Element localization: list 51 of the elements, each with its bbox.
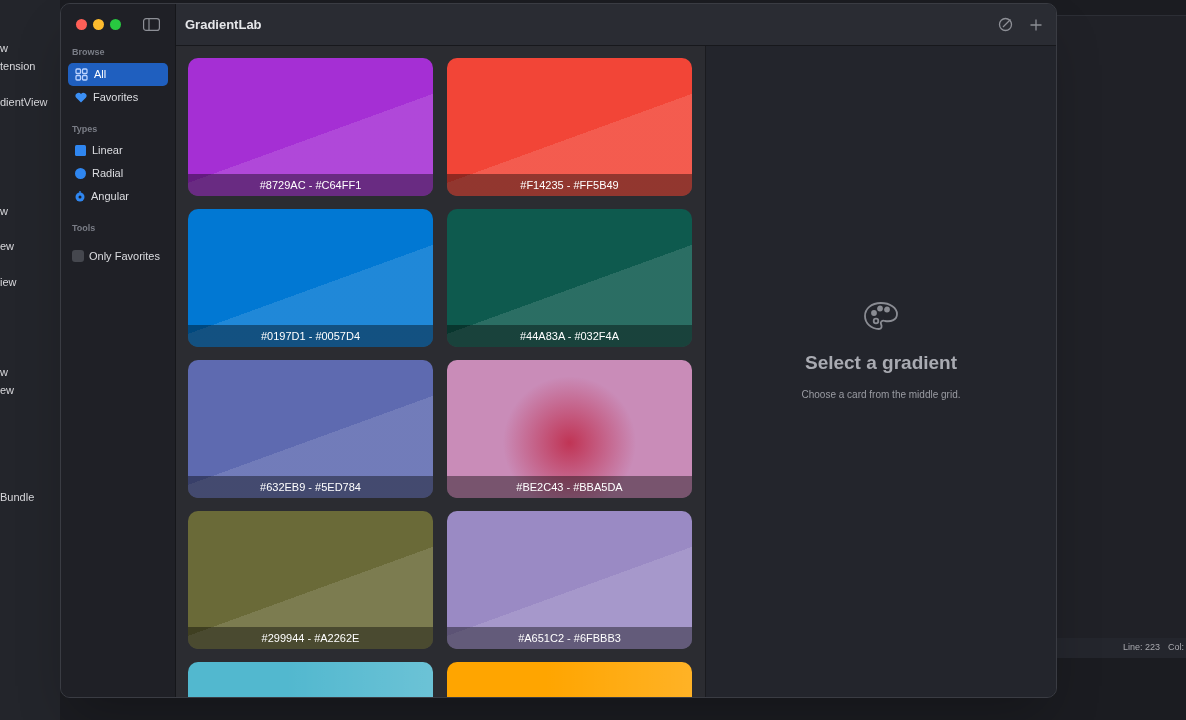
gradient-label: #8729AC - #C64FF1: [188, 174, 433, 196]
gradient-label: #BE2C43 - #BBA5DA: [447, 476, 692, 498]
sidebar-item[interactable]: Linear: [68, 139, 168, 162]
zoom-window-button[interactable]: [110, 18, 121, 30]
editor-file-name: ew: [0, 383, 15, 398]
checkbox[interactable]: [72, 250, 84, 262]
line-indicator: Line: 223: [1123, 641, 1161, 655]
editor-file-name: w: [0, 41, 8, 56]
sidebar-item[interactable]: All: [68, 62, 168, 86]
editor-file-name: dientView: [0, 95, 48, 110]
editor-file-name: w: [0, 204, 8, 219]
gradient-card[interactable]: #8729AC - #C64FF1: [188, 58, 433, 196]
editor-file-name: iew: [0, 275, 17, 290]
gradient-card[interactable]: #A651C2 - #6FBBB3: [447, 511, 692, 649]
window-title: GradientLab: [185, 15, 262, 34]
gradient-card[interactable]: #299944 - #A2262E: [188, 511, 433, 649]
section-header: Browse: [71, 46, 106, 59]
add-icon[interactable]: [1030, 18, 1042, 31]
close-window-button[interactable]: [76, 18, 87, 30]
gradient-card[interactable]: #F14235 - #FF5B49: [447, 58, 692, 196]
sidebar-item[interactable]: Favorites: [68, 85, 168, 109]
editor-file-name: Bundle: [0, 490, 35, 505]
gradient-label: #A651C2 - #6FBBB3: [447, 627, 692, 649]
editor-file-name: w: [0, 365, 8, 380]
checkbox-label: Only Favorites: [89, 248, 160, 264]
empty-state-subtitle: Choose a card from the middle grid.: [801, 388, 961, 403]
column-indicator: Col:: [1168, 641, 1185, 655]
minimize-window-button[interactable]: [93, 18, 104, 30]
section-header: Types: [71, 122, 99, 136]
gradient-label: #0197D1 - #0057D4: [188, 325, 433, 347]
gradient-card[interactable]: #632EB9 - #5ED784: [188, 360, 433, 498]
editor-file-name: ew: [0, 239, 15, 254]
dial-icon: [75, 191, 85, 202]
gradient-card[interactable]: #44A83A - #032F4A: [447, 209, 692, 347]
palette-icon: [863, 300, 899, 331]
square-icon: [75, 145, 86, 156]
gradient-label: #299944 - #A2262E: [188, 627, 433, 649]
sidebar-item[interactable]: Angular: [68, 185, 168, 208]
sidebar-item[interactable]: Radial: [68, 162, 168, 185]
circle-icon: [75, 168, 86, 179]
gradient-label: #632EB9 - #5ED784: [188, 476, 433, 498]
section-header: Tools: [71, 222, 97, 235]
empty-state-title: Select a gradient: [804, 350, 958, 375]
gradient-label: #F14235 - #FF5B49: [447, 174, 692, 196]
gradient-card[interactable]: #BE2C43 - #BBA5DA: [447, 360, 692, 498]
sidebar-toggle-icon[interactable]: [143, 17, 160, 31]
gradient-card[interactable]: #0197D1 - #0057D4: [188, 209, 433, 347]
heart-icon: [75, 91, 87, 103]
gradient-label: #44A83A - #032F4A: [447, 325, 692, 347]
editor-file-name: tension: [0, 59, 36, 74]
grid-icon: [75, 67, 88, 81]
